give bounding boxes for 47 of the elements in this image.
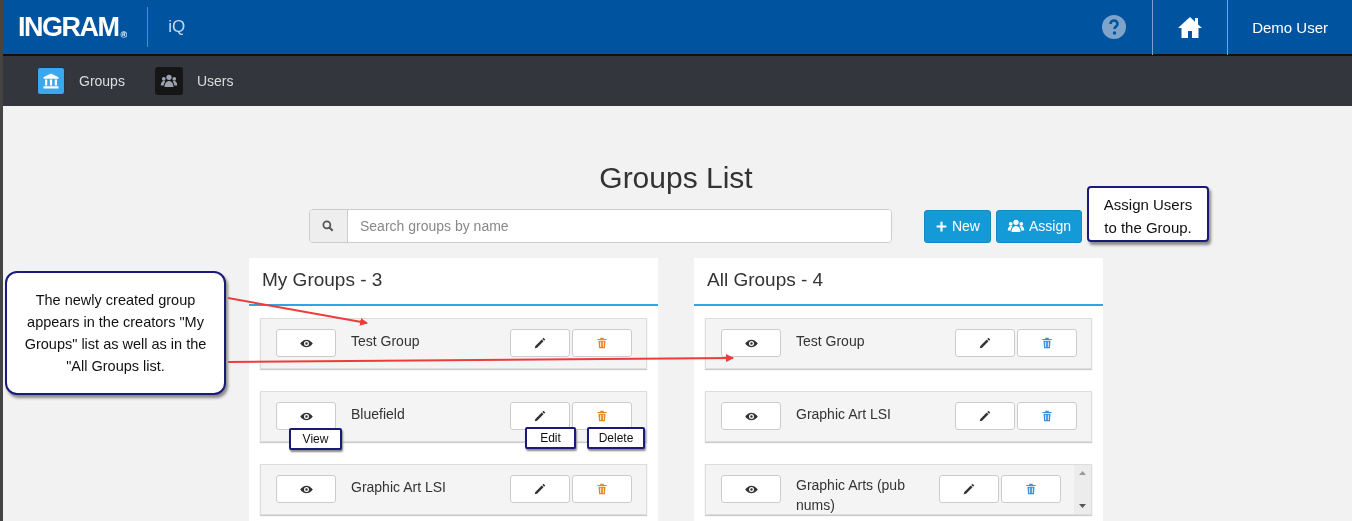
group-name: Bluefield: [351, 405, 406, 424]
help-icon[interactable]: [1102, 15, 1127, 39]
pencil-icon: [533, 482, 547, 496]
view-button[interactable]: [721, 475, 781, 503]
nav-item[interactable]: Users: [154, 67, 234, 95]
view-button[interactable]: [276, 402, 336, 430]
callout-label: View: [289, 428, 342, 450]
view-button[interactable]: [721, 402, 781, 430]
pencil-icon: [978, 409, 992, 423]
pencil-icon: [978, 336, 992, 350]
view-button[interactable]: [721, 329, 781, 357]
logo-text: INGRAM: [18, 11, 119, 43]
trash-icon: [1024, 482, 1038, 496]
pencil-icon: [533, 336, 547, 350]
nav-item[interactable]: Groups: [37, 67, 125, 95]
search-field[interactable]: Search groups by name: [308, 209, 892, 243]
trash-icon: [595, 482, 609, 496]
group-name: Test Group: [796, 332, 866, 351]
view-button[interactable]: [276, 475, 336, 503]
panel-title: All Groups - 4: [694, 258, 1103, 306]
trash-icon: [1040, 336, 1054, 350]
group-name: Graphic Art LSI: [796, 405, 892, 424]
page-title: Groups List: [599, 161, 753, 196]
group-name: Test Group: [351, 332, 421, 351]
plus-icon: [934, 219, 948, 233]
user-menu[interactable]: Demo User: [1252, 18, 1328, 36]
pencil-icon: [533, 409, 547, 423]
callout-note: Assign Users to the Group.: [1087, 186, 1209, 242]
group-name: Graphic Art LSI: [351, 478, 447, 497]
callout-label: Edit: [525, 427, 576, 449]
app-name: iQ: [168, 17, 186, 37]
registered-mark: ®: [120, 29, 128, 40]
callout-note: The newly created group appears in the creators "My Groups" list as well as in the "All Groups list.: [5, 271, 226, 395]
trash-icon: [595, 336, 609, 350]
users-icon: [1007, 217, 1025, 235]
callout-label: Delete: [587, 427, 645, 449]
search-icon: [321, 219, 336, 233]
trash-icon: [1040, 409, 1054, 423]
home-icon[interactable]: [1177, 15, 1204, 39]
panel-title: My Groups - 3: [249, 258, 658, 306]
trash-icon: [595, 409, 609, 423]
pencil-icon: [962, 482, 976, 496]
delete-button[interactable]: [572, 402, 632, 430]
edit-button[interactable]: [510, 402, 570, 430]
scrollbar[interactable]: [1074, 465, 1091, 514]
view-button[interactable]: [276, 329, 336, 357]
group-name: Graphic Arts (pub nums): [796, 476, 906, 515]
